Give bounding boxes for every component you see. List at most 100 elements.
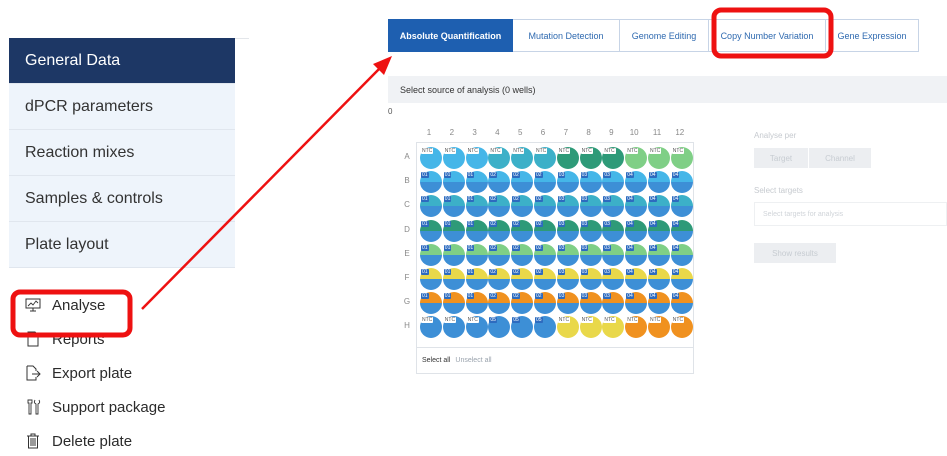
plate-well[interactable]: NTC: [602, 316, 625, 339]
plate-well[interactable]: 03: [579, 292, 602, 315]
plate-well[interactable]: 02: [534, 292, 556, 315]
plate-well[interactable]: 03: [556, 292, 579, 315]
plate-well[interactable]: 01: [465, 268, 488, 290]
plate-well[interactable]: NTC: [465, 147, 488, 169]
target-button[interactable]: Target: [754, 148, 808, 168]
plate-well[interactable]: NTC: [556, 147, 579, 169]
plate-well[interactable]: 03: [556, 243, 579, 266]
plate-well[interactable]: 02: [534, 243, 556, 266]
plate-well[interactable]: 03: [602, 219, 625, 242]
plate-well[interactable]: NTC: [420, 147, 442, 169]
plate-well[interactable]: 04: [648, 171, 670, 194]
tab-copy-number-variation[interactable]: Copy Number Variation: [709, 19, 826, 52]
plate-well[interactable]: NTC: [488, 147, 511, 169]
plate-well[interactable]: 03: [579, 219, 602, 242]
plate-well[interactable]: 05: [534, 316, 556, 339]
plate-well[interactable]: 04: [648, 243, 670, 266]
plate-well[interactable]: 04: [648, 268, 670, 290]
plate-well[interactable]: 04: [648, 219, 670, 242]
plate-well[interactable]: 03: [579, 243, 602, 266]
plate-well[interactable]: 02: [511, 268, 534, 290]
plate-well[interactable]: 02: [488, 219, 511, 242]
plate-well[interactable]: NTC: [511, 147, 534, 169]
plate-well[interactable]: NTC: [602, 147, 625, 169]
plate-well[interactable]: 01: [442, 243, 465, 266]
plate-well[interactable]: 03: [556, 171, 579, 194]
plate-well[interactable]: NTC: [534, 147, 556, 169]
plate-well[interactable]: NTC: [579, 147, 602, 169]
plate-well[interactable]: 04: [670, 219, 693, 242]
plate-well[interactable]: NTC: [579, 316, 602, 339]
plate-well[interactable]: 01: [420, 219, 442, 242]
plate-column-header[interactable]: 3: [464, 128, 486, 137]
plate-column-header[interactable]: 6: [532, 128, 554, 137]
plate-row-header[interactable]: A: [402, 152, 412, 161]
plate-column-header[interactable]: 4: [486, 128, 508, 137]
plate-well[interactable]: 04: [670, 292, 693, 315]
plate-well[interactable]: 02: [488, 292, 511, 315]
tab-absolute-quantification[interactable]: Absolute Quantification: [388, 19, 513, 52]
plate-well[interactable]: 04: [648, 292, 670, 315]
plate-well[interactable]: 01: [420, 268, 442, 290]
plate-well[interactable]: 05: [488, 316, 511, 339]
plate-well[interactable]: 03: [579, 171, 602, 194]
plate-column-header[interactable]: 10: [623, 128, 645, 137]
plate-well[interactable]: 02: [488, 268, 511, 290]
plate-well[interactable]: 03: [602, 195, 625, 218]
plate-well[interactable]: 01: [465, 171, 488, 194]
plate-well[interactable]: 04: [625, 243, 648, 266]
plate-well[interactable]: 03: [602, 171, 625, 194]
plate-well[interactable]: 03: [579, 268, 602, 290]
plate-well[interactable]: 01: [442, 268, 465, 290]
plate-well[interactable]: 04: [670, 268, 693, 290]
plate-column-header[interactable]: 2: [441, 128, 463, 137]
delete-plate-button[interactable]: Delete plate: [9, 432, 132, 450]
plate-well[interactable]: 04: [625, 292, 648, 315]
plate-well[interactable]: 01: [420, 292, 442, 315]
plate-well[interactable]: NTC: [442, 316, 465, 339]
plate-well[interactable]: 02: [534, 195, 556, 218]
plate-well[interactable]: 01: [420, 195, 442, 218]
sidebar-item-plate-layout[interactable]: Plate layout: [9, 222, 235, 268]
plate-row-header[interactable]: G: [402, 297, 412, 306]
plate-row-header[interactable]: B: [402, 176, 412, 185]
plate-well[interactable]: 01: [420, 171, 442, 194]
plate-column-header[interactable]: 8: [578, 128, 600, 137]
plate-well[interactable]: 03: [602, 243, 625, 266]
tab-gene-expression[interactable]: Gene Expression: [826, 19, 919, 52]
support-package-button[interactable]: Support package: [9, 398, 165, 416]
plate-well[interactable]: 01: [442, 195, 465, 218]
select-targets-dropdown[interactable]: Select targets for analysis: [754, 202, 947, 226]
plate-well[interactable]: 02: [488, 243, 511, 266]
plate-well[interactable]: 03: [556, 268, 579, 290]
plate-well[interactable]: NTC: [648, 316, 670, 339]
plate-well[interactable]: 04: [670, 243, 693, 266]
plate-well[interactable]: 02: [511, 171, 534, 194]
plate-well[interactable]: 01: [442, 292, 465, 315]
plate-well[interactable]: NTC: [670, 316, 693, 339]
unselect-all-link[interactable]: Unselect all: [455, 357, 491, 364]
plate-well[interactable]: NTC: [625, 316, 648, 339]
plate-well[interactable]: 04: [670, 171, 693, 194]
select-all-link[interactable]: Select all: [422, 357, 450, 364]
reports-button[interactable]: Reports: [9, 330, 105, 348]
plate-well[interactable]: 01: [465, 292, 488, 315]
sidebar-item-general-data[interactable]: General Data: [9, 38, 235, 84]
plate-well[interactable]: 01: [420, 243, 442, 266]
plate-column-header[interactable]: 7: [555, 128, 577, 137]
plate-well[interactable]: 04: [670, 195, 693, 218]
plate-well[interactable]: 04: [648, 195, 670, 218]
plate-column-header[interactable]: 11: [646, 128, 668, 137]
export-plate-button[interactable]: Export plate: [9, 364, 132, 382]
plate-well[interactable]: 02: [534, 268, 556, 290]
plate-well[interactable]: 02: [534, 171, 556, 194]
plate-row-header[interactable]: C: [402, 200, 412, 209]
sidebar-item-reaction-mixes[interactable]: Reaction mixes: [9, 130, 235, 176]
plate-row-header[interactable]: E: [402, 249, 412, 258]
plate-well[interactable]: 03: [602, 292, 625, 315]
plate-well[interactable]: 03: [556, 195, 579, 218]
tab-mutation-detection[interactable]: Mutation Detection: [513, 19, 620, 52]
plate-well[interactable]: 02: [511, 243, 534, 266]
plate-well[interactable]: NTC: [648, 147, 670, 169]
plate-row-header[interactable]: H: [402, 321, 412, 330]
